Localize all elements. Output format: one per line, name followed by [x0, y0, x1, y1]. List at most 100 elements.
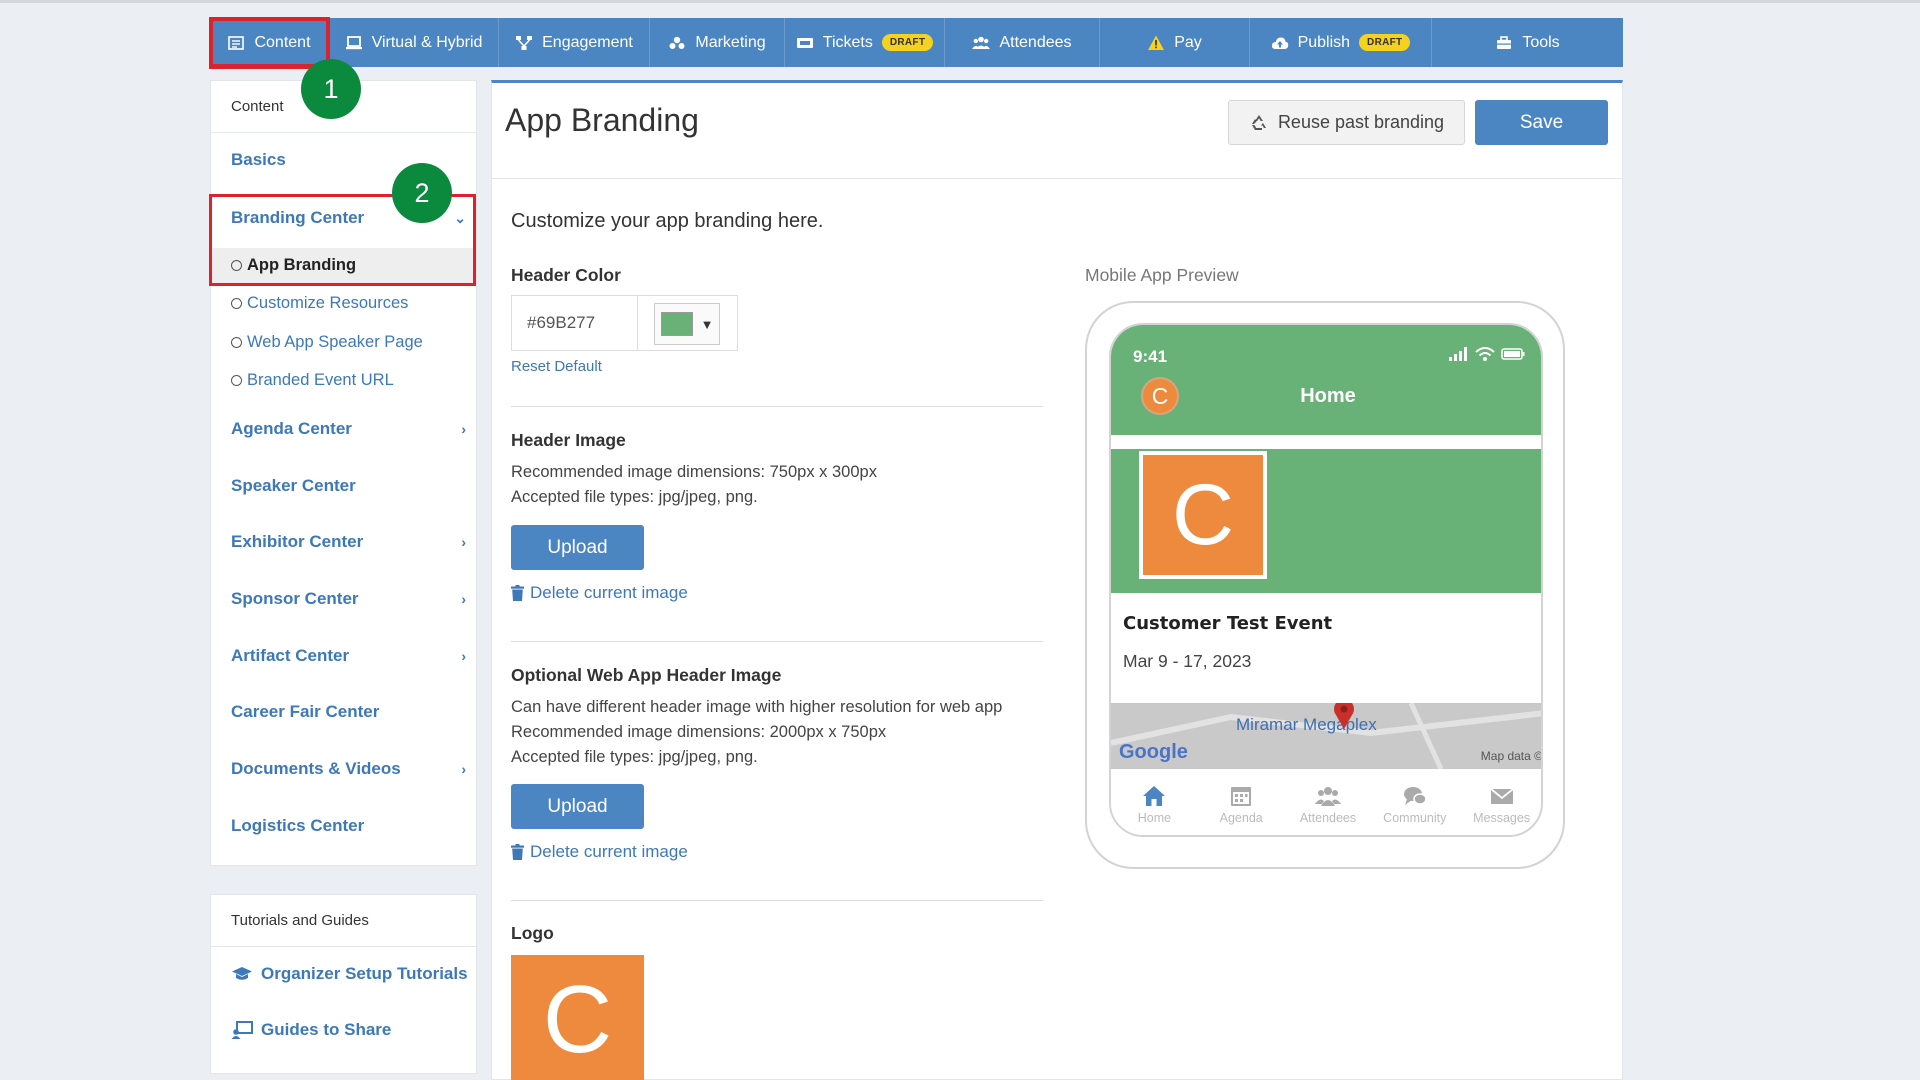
header-color-title: Header Color: [511, 265, 621, 285]
preview-banner-logo: C: [1139, 451, 1267, 579]
caret-down-icon: ▼: [700, 316, 714, 332]
google-logo: Google: [1119, 741, 1188, 763]
subitem-label: Branded Event URL: [247, 371, 394, 389]
delete-label: Delete current image: [530, 842, 688, 861]
tutorials-header: Tutorials and Guides: [211, 895, 476, 947]
preview-tab-agenda[interactable]: Agenda: [1198, 769, 1285, 835]
phone-frame: 9:41 C Home C Customer Test Event Mar 9 …: [1085, 301, 1565, 869]
preview-tab-label: Attendees: [1299, 810, 1357, 825]
header-image-delete-link[interactable]: Delete current image: [511, 583, 688, 603]
sidebar-item-sponsor-center[interactable]: Sponsor Center ›: [231, 589, 472, 609]
color-picker-button[interactable]: ▼: [654, 303, 720, 345]
tab-label: Marketing: [695, 33, 766, 51]
preview-tab-bar: Home Agenda Attendees Community Messages: [1111, 769, 1541, 835]
bullet-icon: [231, 337, 242, 348]
sidebar-item-documents-videos[interactable]: Documents & Videos ›: [231, 759, 472, 779]
sidebar-item-agenda-center[interactable]: Agenda Center ›: [231, 419, 472, 439]
draft-badge: DRAFT: [1359, 34, 1411, 51]
sidebar-item-artifact-center[interactable]: Artifact Center ›: [231, 646, 472, 666]
preview-app-header: 9:41 C Home: [1111, 325, 1541, 435]
save-button[interactable]: Save: [1475, 100, 1608, 145]
preview-home-title: Home: [1300, 385, 1356, 407]
sidebar-item-exhibitor-center[interactable]: Exhibitor Center ›: [231, 532, 472, 552]
sidebar-item-label: Exhibitor Center: [231, 532, 364, 551]
tab-label: Pay: [1174, 33, 1202, 51]
mail-icon: [1490, 787, 1514, 804]
preview-tab-label: Messages: [1473, 810, 1531, 825]
tutorials-item-label: Organizer Setup Tutorials: [261, 964, 468, 983]
tab-virtual-hybrid[interactable]: Virtual & Hybrid: [329, 18, 499, 67]
sidebar-item-label: Career Fair Center: [231, 702, 380, 721]
preview-tab-community[interactable]: Community: [1371, 769, 1458, 835]
mobile-preview-label: Mobile App Preview: [1085, 265, 1239, 285]
preview-tab-attendees[interactable]: Attendees: [1285, 769, 1372, 835]
tab-label: Tickets: [822, 33, 873, 51]
header-image-upload-button[interactable]: Upload: [511, 525, 644, 570]
header-divider: [492, 178, 1622, 179]
sidebar-item-career-fair-center[interactable]: Career Fair Center: [231, 702, 472, 722]
subitem-web-app-speaker-page[interactable]: Web App Speaker Page: [231, 333, 423, 352]
web-header-image-delete-link[interactable]: Delete current image: [511, 842, 688, 862]
preview-tab-label: Community: [1383, 810, 1447, 825]
tab-label: Virtual & Hybrid: [371, 33, 483, 51]
web-header-image-upload-button[interactable]: Upload: [511, 784, 644, 829]
cloud-upload-icon: [1271, 37, 1288, 49]
subitem-customize-resources[interactable]: Customize Resources: [231, 294, 408, 313]
subitem-branded-event-url[interactable]: Branded Event URL: [231, 371, 394, 390]
sidebar-item-label: Basics: [231, 150, 286, 169]
map-data-credit: Map data ©: [1480, 749, 1543, 763]
tutorials-item-organizer-setup[interactable]: Organizer Setup Tutorials: [231, 964, 468, 984]
tab-publish[interactable]: Publish DRAFT: [1250, 18, 1432, 67]
header-color-field: #69B277 ▼: [511, 295, 738, 351]
divider: [511, 406, 1043, 407]
reset-default-link[interactable]: Reset Default: [511, 358, 602, 375]
sidebar-item-speaker-center[interactable]: Speaker Center: [231, 476, 472, 496]
tab-tickets[interactable]: Tickets DRAFT: [785, 18, 945, 67]
sidebar-item-label: Sponsor Center: [231, 589, 359, 608]
tab-label: Publish: [1297, 33, 1351, 51]
color-swatch: [660, 312, 693, 336]
calendar-icon: [1231, 786, 1252, 806]
sidebar-item-label: Artifact Center: [231, 646, 350, 665]
tab-marketing[interactable]: Marketing: [650, 18, 785, 67]
ticket-icon: [796, 37, 813, 48]
main-panel: App Branding Reuse past branding Save Cu…: [491, 80, 1623, 1080]
preview-tab-home[interactable]: Home: [1111, 769, 1198, 835]
delete-label: Delete current image: [530, 583, 688, 602]
bullet-icon: [231, 375, 242, 386]
tab-attendees[interactable]: Attendees: [945, 18, 1100, 67]
tab-label: Attendees: [999, 33, 1072, 51]
map-pin-icon: [1334, 703, 1354, 729]
chevron-right-icon: ›: [461, 421, 466, 437]
preview-tab-messages[interactable]: Messages: [1458, 769, 1541, 835]
divider: [511, 641, 1043, 642]
reuse-past-branding-button[interactable]: Reuse past branding: [1228, 100, 1465, 145]
step-badge-2: 2: [392, 163, 452, 223]
sidebar-item-logistics-center[interactable]: Logistics Center: [231, 816, 472, 836]
tutorials-item-guides-to-share[interactable]: Guides to Share: [231, 1020, 391, 1040]
toolbox-icon: [1497, 35, 1512, 49]
desc-line: Accepted file types: jpg/jpeg, png.: [511, 488, 758, 506]
tab-tools[interactable]: Tools: [1432, 18, 1623, 67]
top-divider: [0, 0, 1920, 3]
sidebar-item-basics[interactable]: Basics: [231, 150, 286, 170]
tab-label: Engagement: [542, 33, 633, 51]
sidebar-item-label: Speaker Center: [231, 476, 356, 495]
trash-icon: [511, 844, 524, 860]
chat-icon: [1403, 786, 1427, 805]
warning-icon: [1148, 35, 1165, 50]
draft-badge: DRAFT: [881, 34, 934, 51]
logo-title: Logo: [511, 923, 554, 943]
preview-event-date: Mar 9 - 17, 2023: [1123, 651, 1252, 671]
chevron-right-icon: ›: [461, 534, 466, 550]
graduation-cap-icon: [232, 967, 252, 980]
header-color-hex-input[interactable]: #69B277: [512, 296, 638, 350]
network-icon: [516, 35, 533, 50]
intro-text: Customize your app branding here.: [511, 210, 824, 232]
tab-pay[interactable]: Pay: [1100, 18, 1250, 67]
header-image-desc: Recommended image dimensions: 750px x 30…: [511, 460, 877, 510]
preview-tab-label: Agenda: [1219, 810, 1263, 825]
tab-engagement[interactable]: Engagement: [499, 18, 650, 67]
page-title: App Branding: [505, 102, 699, 138]
reuse-label: Reuse past branding: [1277, 112, 1445, 132]
